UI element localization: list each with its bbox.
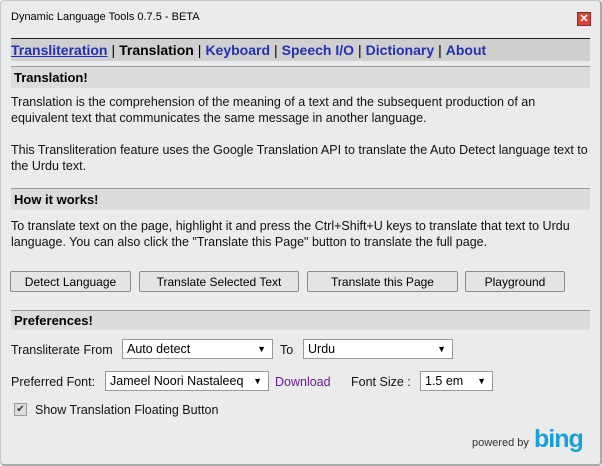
chevron-down-icon: ▼ [257,344,266,354]
tab-speech[interactable]: Speech I/O [282,42,354,58]
tab-keyboard[interactable]: Keyboard [205,42,270,58]
bing-logo: bing [534,425,584,453]
from-label: Transliterate From [11,343,113,357]
separator: | [197,42,202,58]
font-size-label: Font Size : [351,375,411,389]
from-value: Auto detect [127,342,191,356]
section-header-preferences: Preferences! [11,310,590,330]
tab-transliteration[interactable]: Transliteration [11,42,107,58]
font-label: Preferred Font: [11,375,96,389]
separator: | [358,42,362,58]
window-title: Dynamic Language Tools 0.7.5 - BETA [11,11,200,23]
font-select[interactable]: Jameel Noori Nastaleeq ▼ [105,371,269,391]
nav-bar: Transliteration | Translation | Keyboard | Spe… [11,38,590,61]
how-description: To translate text on the page, highlight… [11,219,570,249]
to-select[interactable]: Urdu ▼ [303,339,453,359]
detect-language-button[interactable]: Detect Language [10,271,131,292]
font-value: Jameel Noori Nastaleeq [110,374,244,388]
checkbox-label: Show Translation Floating Button [35,403,219,417]
powered-by-text: powered by [472,437,529,449]
separator: | [111,42,116,58]
feature-description: This Transliteration feature uses the Go… [11,143,588,173]
chevron-down-icon: ▼ [477,376,486,386]
separator: | [438,42,442,58]
dialog-window: Dynamic Language Tools 0.7.5 - BETA ✕ Tr… [0,0,602,466]
separator: | [274,42,278,58]
font-size-select[interactable]: 1.5 em ▼ [420,371,493,391]
section-header-how: How it works! [11,188,590,210]
translate-selected-button[interactable]: Translate Selected Text [139,271,299,292]
tab-translation[interactable]: Translation [119,42,194,58]
from-select[interactable]: Auto detect ▼ [122,339,273,359]
tab-dictionary[interactable]: Dictionary [366,42,434,58]
playground-button[interactable]: Playground [465,271,565,292]
floating-button-checkbox[interactable]: ✔ [14,403,27,416]
chevron-down-icon: ▼ [253,376,262,386]
font-size-value: 1.5 em [425,374,464,388]
tab-about[interactable]: About [446,42,486,58]
close-icon[interactable]: ✕ [577,12,591,26]
to-value: Urdu [308,342,336,356]
section-header-translation: Translation! [11,66,590,88]
chevron-down-icon: ▼ [437,344,446,354]
translation-description: Translation is the comprehension of the … [11,95,536,125]
to-label: To [280,343,294,357]
download-link[interactable]: Download [275,375,331,389]
translate-page-button[interactable]: Translate this Page [307,271,458,292]
